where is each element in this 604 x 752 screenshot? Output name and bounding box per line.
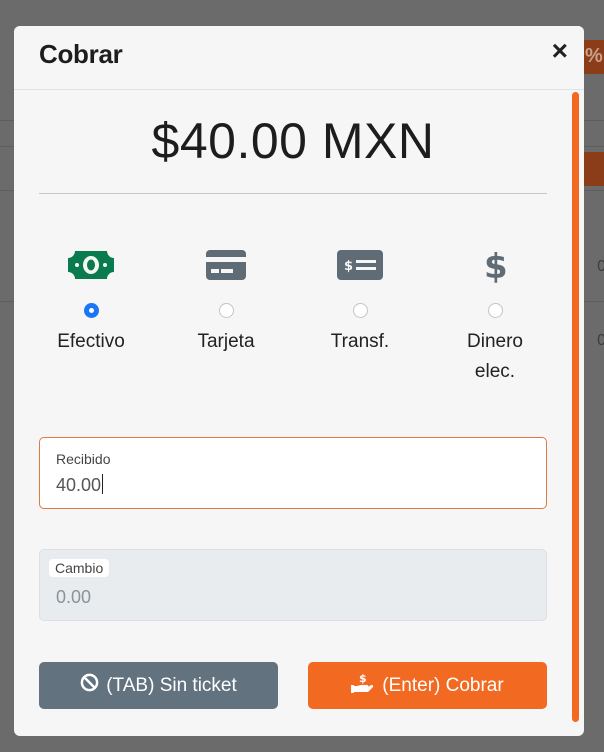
background-text: 0 [597, 332, 604, 349]
payment-method-label: Dinero elec. [467, 331, 523, 382]
payment-method-electronic[interactable]: $ Dinero elec. [443, 240, 547, 387]
radio-electronic[interactable] [487, 303, 503, 318]
change-label: Cambio [49, 559, 110, 577]
radio-card[interactable] [218, 303, 234, 318]
background-text: 0 [597, 258, 604, 275]
radio-cash[interactable] [83, 303, 99, 318]
no-ticket-button[interactable]: (TAB) Sin ticket [39, 662, 278, 709]
payment-method-label: Efectivo [57, 331, 125, 352]
charge-label: (Enter) Cobrar [382, 674, 504, 696]
received-label: Recibido [56, 451, 111, 467]
transfer-check-icon: $ [308, 240, 412, 290]
payment-method-label: Tarjeta [197, 331, 255, 352]
svg-text:$: $ [344, 259, 353, 274]
modal-title: Cobrar [39, 39, 123, 69]
payment-method-cash[interactable]: Efectivo [39, 240, 143, 357]
svg-text:$: $ [359, 672, 367, 685]
charge-modal: Cobrar × $40.00 MXN Efectivo Tarjeta $ T… [14, 26, 584, 736]
change-field: Cambio 0.00 [39, 549, 547, 621]
received-input[interactable]: 40.00 [56, 474, 104, 496]
total-amount: $40.00 MXN [151, 113, 435, 169]
received-field[interactable]: Recibido 40.00 [39, 437, 547, 509]
payment-methods: Efectivo Tarjeta $ Transf. $ Dinero elec… [39, 240, 547, 400]
background-action-button [582, 152, 604, 186]
background-discount-button: % [582, 40, 604, 74]
scrollbar[interactable] [572, 92, 579, 722]
charge-button[interactable]: $ (Enter) Cobrar [308, 662, 547, 709]
change-value: 0.00 [56, 587, 92, 607]
credit-card-icon [174, 240, 278, 290]
modal-header: Cobrar × [14, 26, 584, 90]
text-caret [102, 474, 104, 494]
ban-icon [80, 673, 106, 698]
payment-method-card[interactable]: Tarjeta [174, 240, 278, 357]
dollar-icon: $ [443, 240, 547, 290]
divider [39, 193, 547, 194]
svg-text:$: $ [484, 247, 507, 283]
hand-holding-dollar-icon: $ [351, 672, 382, 700]
payment-method-label: Transf. [330, 331, 390, 352]
cash-icon [39, 240, 143, 290]
payment-method-transfer[interactable]: $ Transf. [308, 240, 412, 357]
close-button[interactable]: × [552, 37, 568, 65]
radio-transfer[interactable] [352, 303, 368, 318]
no-ticket-label: (TAB) Sin ticket [106, 674, 237, 696]
